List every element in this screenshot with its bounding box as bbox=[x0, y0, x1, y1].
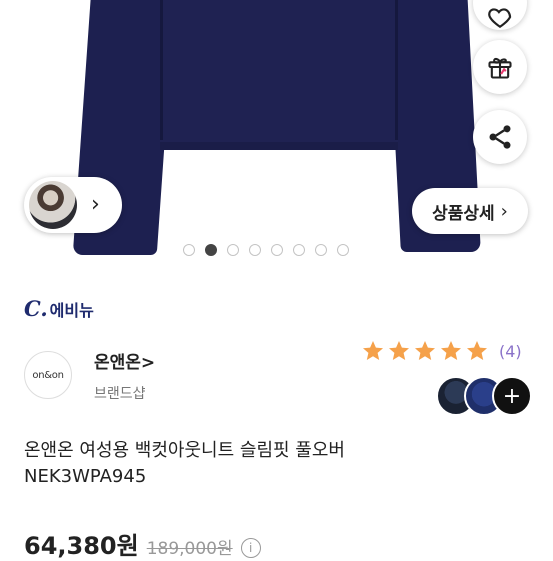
more-colors-button[interactable]: + bbox=[492, 376, 532, 416]
chevron-right-icon: › bbox=[500, 200, 508, 222]
product-image-gallery[interactable]: › 상품상세 › bbox=[0, 0, 553, 272]
product-photo-crease bbox=[160, 0, 163, 140]
info-icon[interactable]: i bbox=[240, 538, 261, 558]
gallery-pagination bbox=[183, 244, 349, 256]
shop-logo[interactable]: on&on bbox=[24, 351, 72, 399]
pagination-dot[interactable] bbox=[249, 244, 261, 256]
product-detail-label: 상품상세 bbox=[432, 203, 495, 224]
brand-logo-mark: C. bbox=[24, 296, 48, 321]
star-icon bbox=[441, 341, 461, 360]
review-count[interactable]: (4) bbox=[499, 342, 522, 361]
shop-name-link[interactable]: 온앤온> bbox=[94, 348, 155, 373]
product-title-line: 온앤온 여성용 백컷아웃니트 슬림핏 풀오버 bbox=[24, 440, 345, 461]
brand-logo[interactable]: C. 에비뉴 bbox=[24, 296, 94, 321]
star-icon bbox=[363, 341, 383, 360]
star-rating bbox=[361, 339, 491, 363]
star-icon bbox=[415, 341, 435, 360]
pagination-dot[interactable] bbox=[315, 244, 327, 256]
price-row: 64,380원 189,000원 i bbox=[24, 526, 261, 561]
pagination-dot[interactable] bbox=[337, 244, 349, 256]
pagination-dot[interactable] bbox=[271, 244, 283, 256]
styling-thumbnail-button[interactable]: › bbox=[24, 177, 122, 233]
pagination-dot[interactable] bbox=[183, 244, 195, 256]
share-icon bbox=[489, 125, 511, 149]
styling-thumbnail-image bbox=[29, 181, 77, 229]
pagination-dot[interactable] bbox=[205, 244, 217, 256]
shop-subtitle: 브랜드샵 bbox=[94, 386, 146, 402]
product-title: 온앤온 여성용 백컷아웃니트 슬림핏 풀오버 NEK3WPA945 bbox=[24, 438, 524, 490]
sale-price: 64,380원 bbox=[24, 532, 139, 560]
color-swatches[interactable]: + bbox=[436, 376, 532, 416]
rating[interactable]: (4) bbox=[361, 339, 522, 363]
star-icon bbox=[467, 341, 487, 360]
heart-icon bbox=[488, 8, 512, 29]
product-code: NEK3WPA945 bbox=[24, 466, 147, 488]
product-detail-button[interactable]: 상품상세 › bbox=[412, 188, 528, 234]
wishlist-button[interactable] bbox=[473, 0, 527, 30]
original-price: 189,000원 bbox=[146, 539, 233, 559]
star-icon bbox=[389, 341, 409, 360]
product-photo-hem bbox=[160, 142, 398, 150]
chevron-right-icon: › bbox=[91, 192, 100, 217]
pagination-dot[interactable] bbox=[293, 244, 305, 256]
product-photo bbox=[160, 0, 398, 142]
gift-icon bbox=[488, 57, 512, 79]
pagination-dot[interactable] bbox=[227, 244, 239, 256]
product-photo-crease bbox=[395, 0, 398, 140]
brand-logo-text: 에비뉴 bbox=[49, 301, 94, 320]
gift-button[interactable] bbox=[473, 40, 527, 94]
share-button[interactable] bbox=[473, 110, 527, 164]
plus-icon: + bbox=[502, 383, 522, 409]
